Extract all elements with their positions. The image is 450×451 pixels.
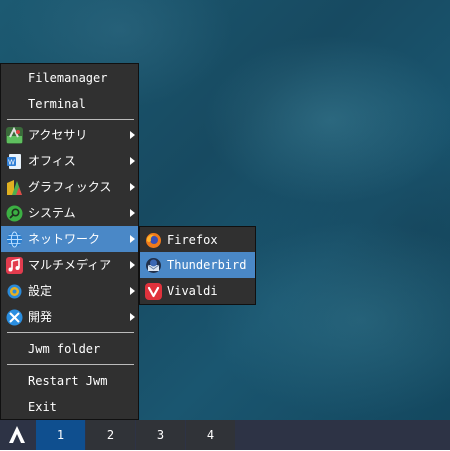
graphics-icon	[6, 179, 23, 196]
menu-item-label: グラフィックス	[28, 180, 112, 194]
submenu-item-vivaldi[interactable]: Vivaldi	[140, 278, 255, 304]
root-menu: Filemanager Terminal アクセサリ W オフィス グラフィック…	[0, 63, 139, 420]
network-submenu: Firefox Thunderbird Vivaldi	[139, 226, 256, 305]
start-menu-button[interactable]	[0, 420, 36, 450]
settings-icon	[6, 283, 23, 300]
menu-item-label: 開発	[28, 310, 53, 324]
arch-logo-icon	[5, 423, 29, 447]
workspace-4-button[interactable]: 4	[186, 420, 235, 450]
menu-item-development[interactable]: 開発	[1, 304, 138, 330]
submenu-arrow-icon	[130, 313, 135, 321]
menu-separator	[7, 364, 134, 365]
office-icon: W	[6, 153, 23, 170]
svg-text:W: W	[8, 159, 15, 167]
menu-item-restart-jwm[interactable]: Restart Jwm	[1, 368, 138, 394]
menu-item-multimedia[interactable]: マルチメディア	[1, 252, 138, 278]
submenu-arrow-icon	[130, 131, 135, 139]
submenu-item-label: Vivaldi	[167, 284, 218, 298]
submenu-arrow-icon	[130, 261, 135, 269]
menu-item-accessories[interactable]: アクセサリ	[1, 122, 138, 148]
menu-separator	[7, 119, 134, 120]
workspace-3-button[interactable]: 3	[136, 420, 185, 450]
submenu-item-label: Firefox	[167, 233, 218, 247]
submenu-arrow-icon	[130, 235, 135, 243]
workspace-2-button[interactable]: 2	[86, 420, 135, 450]
submenu-arrow-icon	[130, 183, 135, 191]
menu-item-label: システム	[28, 206, 76, 220]
thunderbird-icon	[145, 257, 162, 274]
firefox-icon	[145, 232, 162, 249]
system-icon	[6, 205, 23, 222]
submenu-item-firefox[interactable]: Firefox	[140, 227, 255, 253]
menu-item-label: ネットワーク	[28, 232, 101, 246]
menu-item-office[interactable]: W オフィス	[1, 148, 138, 174]
development-icon	[6, 309, 23, 326]
menu-item-filemanager[interactable]: Filemanager	[1, 65, 138, 91]
accessories-icon	[6, 126, 23, 144]
menu-item-graphics[interactable]: グラフィックス	[1, 174, 138, 200]
submenu-item-label: Thunderbird	[167, 258, 247, 272]
menu-item-label: マルチメディア	[28, 258, 112, 272]
menu-item-label: Jwm folder	[28, 342, 101, 356]
menu-separator	[7, 332, 134, 333]
menu-item-network[interactable]: ネットワーク	[1, 226, 138, 252]
menu-item-exit[interactable]: Exit	[1, 394, 138, 420]
menu-item-label: Exit	[28, 400, 57, 414]
menu-item-label: Restart Jwm	[28, 374, 108, 388]
multimedia-icon	[6, 257, 23, 274]
submenu-arrow-icon	[130, 209, 135, 217]
menu-item-label: Terminal	[28, 97, 86, 111]
menu-item-label: アクセサリ	[28, 128, 88, 142]
menu-item-terminal[interactable]: Terminal	[1, 91, 138, 117]
taskbar: 1 2 3 4	[0, 420, 450, 450]
menu-item-jwm-folder[interactable]: Jwm folder	[1, 336, 138, 362]
network-icon	[6, 231, 23, 248]
menu-item-settings[interactable]: 設定	[1, 278, 138, 304]
submenu-arrow-icon	[130, 287, 135, 295]
vivaldi-icon	[145, 283, 162, 300]
submenu-item-thunderbird[interactable]: Thunderbird	[140, 252, 255, 278]
menu-item-label: オフィス	[28, 154, 76, 168]
menu-item-system[interactable]: システム	[1, 200, 138, 226]
submenu-arrow-icon	[130, 157, 135, 165]
workspace-1-button[interactable]: 1	[36, 420, 85, 450]
menu-item-label: 設定	[28, 284, 53, 298]
menu-item-label: Filemanager	[28, 71, 108, 85]
